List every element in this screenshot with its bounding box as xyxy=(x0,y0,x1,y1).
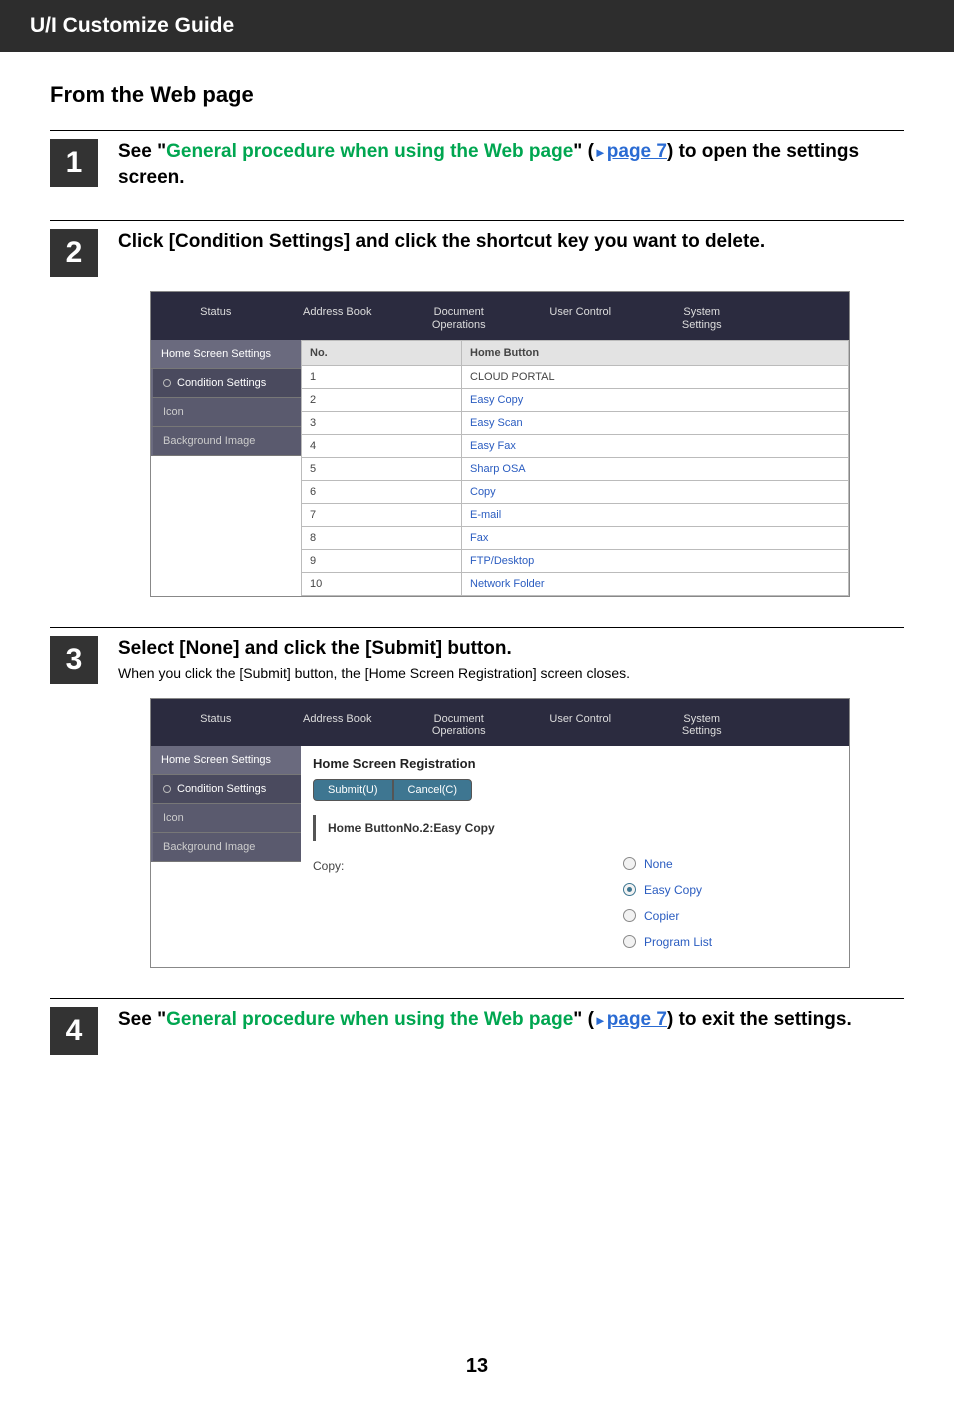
tab-user-control[interactable]: User Control xyxy=(522,705,640,746)
tab-user-control[interactable]: User Control xyxy=(522,298,640,339)
sidebar-item-condition-settings[interactable]: Condition Settings xyxy=(151,369,301,398)
radio-icon xyxy=(623,909,636,922)
col-no: No. xyxy=(302,340,462,365)
step-2: 2 Click [Condition Settings] and click t… xyxy=(50,220,904,596)
tri-icon: ► xyxy=(594,145,607,160)
step-1: 1 See "General procedure when using the … xyxy=(50,130,904,190)
radio-none[interactable]: None xyxy=(623,851,837,877)
tab-document-operations[interactable]: Document Operations xyxy=(400,705,518,746)
step-heading: Select [None] and click the [Submit] but… xyxy=(118,636,904,662)
step-3: 3 Select [None] and click the [Submit] b… xyxy=(50,627,904,968)
screenshot-condition-settings: Status Address Book Document Operations … xyxy=(150,291,850,596)
link-page-7[interactable]: page 7 xyxy=(607,141,667,162)
tab-document-operations[interactable]: Document Operations xyxy=(400,298,518,339)
cancel-button[interactable]: Cancel(C) xyxy=(393,779,473,801)
col-home-button: Home Button xyxy=(462,340,849,365)
page-number: 13 xyxy=(50,1355,904,1378)
section-title: From the Web page xyxy=(50,82,904,108)
copy-label: Copy: xyxy=(313,851,453,955)
doc-header: U/I Customize Guide xyxy=(0,0,954,52)
sidebar: Home Screen Settings Condition Settings … xyxy=(151,340,301,596)
sidebar-item-background-image[interactable]: Background Image xyxy=(151,833,301,862)
table-row[interactable]: 10Network Folder xyxy=(302,572,849,595)
group-heading: Home ButtonNo.2:Easy Copy xyxy=(313,815,837,841)
tab-status[interactable]: Status xyxy=(157,298,275,339)
radio-icon xyxy=(623,935,636,948)
link-general-procedure[interactable]: General procedure when using the Web pag… xyxy=(166,141,573,162)
submit-button[interactable]: Submit(U) xyxy=(313,779,393,801)
registration-title: Home Screen Registration xyxy=(301,746,849,779)
tab-bar: Status Address Book Document Operations … xyxy=(151,699,849,746)
link-general-procedure[interactable]: General procedure when using the Web pag… xyxy=(166,1009,573,1030)
table-row[interactable]: 1CLOUD PORTAL xyxy=(302,365,849,388)
step-heading: See "General procedure when using the We… xyxy=(118,1007,904,1033)
step-heading: Click [Condition Settings] and click the… xyxy=(118,229,904,255)
tab-system-settings[interactable]: System Settings xyxy=(643,298,761,339)
step-number: 2 xyxy=(50,229,98,277)
radio-icon xyxy=(623,883,636,896)
step-4: 4 See "General procedure when using the … xyxy=(50,998,904,1055)
tab-address-book[interactable]: Address Book xyxy=(279,705,397,746)
radio-easy-copy[interactable]: Easy Copy xyxy=(623,877,837,903)
table-row[interactable]: 6Copy xyxy=(302,480,849,503)
radio-group: None Easy Copy Copier Program List xyxy=(623,851,837,955)
tab-address-book[interactable]: Address Book xyxy=(279,298,397,339)
step-number: 3 xyxy=(50,636,98,684)
sidebar-title[interactable]: Home Screen Settings xyxy=(151,340,301,369)
home-button-table: No. Home Button 1CLOUD PORTAL 2Easy Copy… xyxy=(301,340,849,596)
tab-status[interactable]: Status xyxy=(157,705,275,746)
radio-copier[interactable]: Copier xyxy=(623,903,837,929)
tab-system-settings[interactable]: System Settings xyxy=(643,705,761,746)
table-row[interactable]: 5Sharp OSA xyxy=(302,457,849,480)
table-row[interactable]: 4Easy Fax xyxy=(302,434,849,457)
step-number: 1 xyxy=(50,139,98,187)
tri-icon: ► xyxy=(594,1013,607,1028)
step-number: 4 xyxy=(50,1007,98,1055)
sidebar-title[interactable]: Home Screen Settings xyxy=(151,746,301,775)
table-row[interactable]: 9FTP/Desktop xyxy=(302,549,849,572)
radio-program-list[interactable]: Program List xyxy=(623,929,837,955)
sidebar-item-icon[interactable]: Icon xyxy=(151,398,301,427)
table-row[interactable]: 8Fax xyxy=(302,526,849,549)
step-heading: See "General procedure when using the We… xyxy=(118,139,904,190)
sidebar-item-background-image[interactable]: Background Image xyxy=(151,427,301,456)
step-subtext: When you click the [Submit] button, the … xyxy=(118,665,904,681)
sidebar-item-condition-settings[interactable]: Condition Settings xyxy=(151,775,301,804)
sidebar-item-icon[interactable]: Icon xyxy=(151,804,301,833)
table-row[interactable]: 2Easy Copy xyxy=(302,388,849,411)
sidebar: Home Screen Settings Condition Settings … xyxy=(151,746,301,967)
screenshot-home-screen-registration: Status Address Book Document Operations … xyxy=(150,698,850,968)
table-row[interactable]: 7E-mail xyxy=(302,503,849,526)
link-page-7[interactable]: page 7 xyxy=(607,1009,667,1030)
radio-icon xyxy=(623,857,636,870)
tab-bar: Status Address Book Document Operations … xyxy=(151,292,849,339)
table-row[interactable]: 3Easy Scan xyxy=(302,411,849,434)
doc-title: U/I Customize Guide xyxy=(30,14,234,37)
